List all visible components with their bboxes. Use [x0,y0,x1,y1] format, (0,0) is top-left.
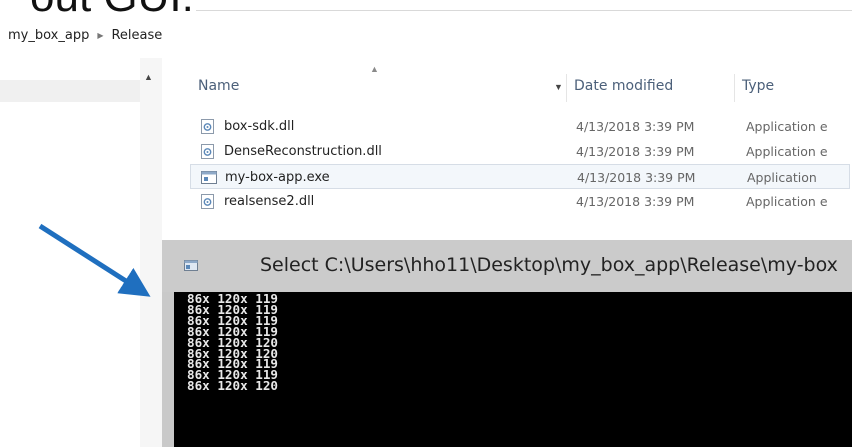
annotation-arrow-layer [38,223,151,297]
annotation-arrow [38,223,151,297]
